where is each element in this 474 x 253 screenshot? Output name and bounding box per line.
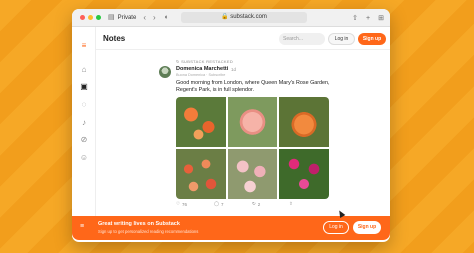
close-window-button[interactable]	[80, 15, 85, 20]
photo-pink-roses[interactable]	[227, 149, 278, 199]
login-button[interactable]: Log in	[328, 33, 355, 45]
restack-label: ↻ SUBSTACK RESTACKED	[176, 59, 234, 64]
signup-banner: ≡ Great writing lives on Substack Sign u…	[72, 216, 390, 240]
like-count: 76	[182, 201, 188, 207]
page-title: Notes	[103, 34, 126, 43]
like-button[interactable]: ♡ 76	[176, 201, 187, 207]
substack-logo-icon[interactable]: ≡	[79, 41, 89, 51]
search-input[interactable]: Search...	[279, 33, 325, 45]
url-text: substack.com	[230, 14, 267, 20]
heart-icon: ♡	[176, 201, 181, 206]
banner-signup-button[interactable]: Sign up	[353, 221, 381, 234]
photo-grid	[176, 97, 329, 199]
post-actions: ♡ 76 ◯ 7 ↻ 2 ⇧	[176, 201, 376, 209]
profile-icon[interactable]: ☺	[79, 153, 89, 163]
notes-icon[interactable]: ▣	[79, 82, 89, 92]
photo-orange-rose[interactable]	[279, 97, 329, 147]
signup-button[interactable]: Sign up	[358, 33, 386, 45]
substack-banner-logo-icon: ≡	[80, 223, 85, 230]
minimize-window-button[interactable]	[88, 15, 93, 20]
privacy-shield-icon[interactable]: ◐	[165, 9, 169, 27]
share-post-icon: ⇧	[289, 201, 293, 206]
share-post-button[interactable]: ⇧	[289, 201, 293, 207]
restack-icon: ↻	[252, 201, 256, 206]
banner-subtitle: Sign up to get personalized reading reco…	[98, 229, 199, 234]
header-divider	[96, 49, 390, 50]
restack-button[interactable]: ↻ 2	[252, 201, 260, 207]
back-icon[interactable]: ‹	[143, 13, 146, 22]
forward-icon[interactable]: ›	[153, 13, 156, 22]
author-name[interactable]: Domenica Marchetti	[176, 66, 228, 72]
private-label: Private	[117, 14, 137, 21]
comment-button[interactable]: ◯ 7	[214, 201, 224, 207]
photo-magenta-roses[interactable]	[279, 149, 329, 199]
restack-count: 2	[257, 201, 261, 207]
app-sidebar: ≡ ⌂ ▣ ◌ ♪ ⊘ ☺	[72, 27, 96, 227]
avatar[interactable]	[159, 66, 171, 78]
tab-overview-icon[interactable]: ⊞	[378, 14, 384, 22]
banner-title: Great writing lives on Substack	[98, 221, 180, 227]
maximize-window-button[interactable]	[96, 15, 101, 20]
photo-peach-rose[interactable]	[227, 97, 278, 147]
browser-toolbar: ▤ Private ‹ › ◐ 🔒 substack.com ⇧ + ⊞	[72, 9, 390, 27]
address-bar[interactable]: 🔒 substack.com	[181, 12, 307, 23]
post-time: 1d	[231, 67, 237, 72]
restack-text: SUBSTACK RESTACKED	[181, 59, 234, 64]
share-icon[interactable]: ⇧	[352, 14, 358, 22]
sidebar-toggle-icon[interactable]: ▤	[108, 9, 115, 27]
toolbar-right: ⇧ + ⊞	[352, 9, 384, 27]
new-tab-icon[interactable]: +	[366, 15, 370, 22]
banner-login-button[interactable]: Log in	[323, 221, 349, 234]
comment-icon: ◯	[214, 201, 220, 206]
photo-orange-roses[interactable]	[176, 97, 226, 147]
post-text: Good morning from London, where Queen Ma…	[176, 80, 330, 93]
comment-count: 7	[221, 201, 224, 207]
home-icon[interactable]: ⌂	[79, 65, 89, 75]
photo-rose-beds[interactable]	[176, 149, 226, 199]
author-subtitle[interactable]: Buona Domenica · Subscribe	[176, 73, 225, 77]
bell-icon[interactable]: ♪	[79, 118, 89, 128]
explore-icon[interactable]: ⊘	[79, 135, 89, 145]
chat-icon[interactable]: ◌	[79, 100, 89, 110]
